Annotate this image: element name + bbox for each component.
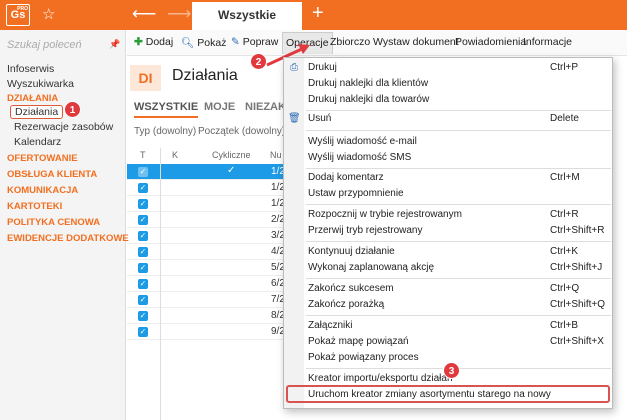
- module-badge: DI: [130, 65, 161, 91]
- menu-separator: [306, 130, 611, 131]
- notifications-button[interactable]: Powiadomienia: [455, 36, 526, 48]
- set-button[interactable]: Zbiorczo: [330, 36, 370, 48]
- sidebar-group-polityka[interactable]: POLITYKA CENOWA: [7, 217, 100, 228]
- sidebar-group-obsluga[interactable]: OBSŁUGA KLIENTA: [7, 169, 97, 180]
- sidebar-group-ewidencje[interactable]: EWIDENCJE DODATKOWE: [7, 233, 129, 244]
- menu-separator: [306, 315, 611, 316]
- col-k[interactable]: K: [172, 150, 178, 160]
- menu-separator: [306, 278, 611, 279]
- menu-item-run-planned[interactable]: Wykonaj zaplanowaną akcję Ctrl+Shift+J: [307, 261, 607, 277]
- tab-all-activities[interactable]: Wszystkie działania: [192, 2, 302, 48]
- top-bar: GsPRO ☆ ⟵ ⟶ Wszystkie działania +: [0, 0, 627, 48]
- new-tab-icon[interactable]: +: [312, 2, 324, 25]
- sidebar-item-rezerwacje[interactable]: Rezerwacje zasobów: [14, 121, 113, 133]
- menu-item-assortment-change-wizard[interactable]: Uruchom kreator zmiany asortymentu stare…: [307, 388, 607, 404]
- page-title: Działania: [172, 67, 238, 84]
- menu-separator: [306, 204, 611, 205]
- check-icon[interactable]: ✓: [138, 231, 148, 241]
- sidebar-group-dzialania[interactable]: DZIAŁANIA: [7, 93, 58, 104]
- column-divider: [160, 148, 161, 420]
- tab-unassigned[interactable]: NIEZAK: [245, 101, 286, 113]
- forward-arrow-icon[interactable]: ⟶: [167, 4, 191, 24]
- menu-item-set-reminder[interactable]: Ustaw przypomnienie: [307, 187, 607, 203]
- sidebar-group-ofertowanie[interactable]: OFERTOWANIE: [7, 153, 78, 164]
- pin-icon[interactable]: 📌: [109, 39, 120, 50]
- start-filter[interactable]: Początek (dowolny): [198, 126, 285, 137]
- printer-icon: ⎙: [290, 62, 298, 73]
- check-icon: ✓: [227, 165, 236, 176]
- menu-separator: [306, 110, 611, 111]
- menu-item-send-sms[interactable]: Wyślij wiadomość SMS: [307, 151, 607, 167]
- step-badge-3: 3: [443, 362, 460, 379]
- sidebar-item-dzialania[interactable]: Działania: [10, 105, 64, 119]
- menu-item-stop-recorded[interactable]: Przerwij tryb rejestrowany Ctrl+Shift+R: [307, 224, 607, 240]
- info-button[interactable]: Informacje: [523, 36, 572, 48]
- tab-all[interactable]: WSZYSTKIE: [134, 101, 199, 118]
- trash-icon: 🗑︎: [288, 113, 301, 124]
- sidebar-item-infoserwis[interactable]: Infoserwis: [7, 63, 54, 75]
- check-icon[interactable]: ✓: [138, 327, 148, 337]
- sidebar-item-kalendarz[interactable]: Kalendarz: [14, 136, 61, 148]
- menu-item-print-client-labels[interactable]: Drukuj naklejki dla klientów: [307, 77, 607, 93]
- menu-icon-strip: [284, 58, 304, 408]
- sidebar: Szukaj poleceń 📌 Infoserwis Wyszukiwarka…: [0, 30, 129, 420]
- check-icon[interactable]: ✓: [138, 199, 148, 209]
- check-icon[interactable]: ✓: [138, 295, 148, 305]
- search-input[interactable]: Szukaj poleceń: [7, 39, 82, 51]
- col-t[interactable]: T: [140, 150, 146, 160]
- menu-item-delete[interactable]: Usuń Delete: [307, 112, 607, 128]
- menu-item-finish-success[interactable]: Zakończ sukcesem Ctrl+Q: [307, 282, 607, 298]
- col-number[interactable]: Nu: [270, 150, 282, 160]
- back-arrow-icon[interactable]: ⟵: [132, 4, 156, 24]
- star-icon[interactable]: ☆: [42, 5, 55, 23]
- menu-item-attachments[interactable]: Załączniki Ctrl+B: [307, 319, 607, 335]
- brush-icon: ✎: [231, 36, 240, 48]
- sidebar-group-komunikacja[interactable]: KOMUNIKACJA: [7, 185, 78, 196]
- type-filter[interactable]: Typ (dowolny): [134, 126, 196, 137]
- check-icon[interactable]: ✓: [138, 183, 148, 193]
- search-icon: 🔍︎: [181, 37, 195, 49]
- check-icon[interactable]: ✓: [138, 263, 148, 273]
- check-icon[interactable]: ✓: [138, 311, 148, 321]
- menu-item-add-comment[interactable]: Dodaj komentarz Ctrl+M: [307, 171, 607, 187]
- add-button[interactable]: ✚ Dodaj: [134, 36, 173, 48]
- check-icon[interactable]: ✓: [138, 167, 148, 177]
- menu-separator: [306, 241, 611, 242]
- operations-menu: ⎙ 🗑︎ Drukuj Ctrl+P Drukuj naklejki dla kl…: [283, 57, 613, 409]
- toolbar: ✚ Dodaj 🔍︎ Pokaż ✎ Popraw Operacje Zbior…: [127, 30, 627, 56]
- tab-mine[interactable]: MOJE: [204, 101, 235, 113]
- col-cyclic[interactable]: Cykliczne: [212, 150, 251, 160]
- menu-item-print-product-labels[interactable]: Drukuj naklejki dla towarów: [307, 93, 607, 109]
- sidebar-item-wyszukiwarka[interactable]: Wyszukiwarka: [7, 78, 74, 90]
- check-icon[interactable]: ✓: [138, 247, 148, 257]
- plus-icon: ✚: [134, 36, 143, 48]
- step-badge-1: 1: [64, 101, 81, 118]
- check-icon[interactable]: ✓: [138, 215, 148, 225]
- sidebar-group-kartoteki[interactable]: KARTOTEKI: [7, 201, 62, 212]
- menu-item-print[interactable]: Drukuj Ctrl+P: [307, 61, 607, 77]
- check-icon[interactable]: ✓: [138, 279, 148, 289]
- menu-item-relation-map[interactable]: Pokaż mapę powiązań Ctrl+Shift+X: [307, 335, 607, 351]
- menu-separator: [306, 168, 611, 169]
- show-button[interactable]: 🔍︎ Pokaż: [181, 36, 226, 49]
- menu-item-send-email[interactable]: Wyślij wiadomość e-mail: [307, 135, 607, 151]
- menu-item-finish-failure[interactable]: Zakończ porażką Ctrl+Shift+Q: [307, 298, 607, 314]
- menu-item-start-recorded[interactable]: Rozpocznij w trybie rejestrowanym Ctrl+R: [307, 208, 607, 224]
- app-logo[interactable]: Gs PRO: [6, 4, 30, 26]
- menu-item-continue[interactable]: Kontynuuj działanie Ctrl+K: [307, 245, 607, 261]
- step-badge-2: 2: [250, 53, 267, 70]
- issue-document-button[interactable]: Wystaw dokument: [373, 36, 459, 48]
